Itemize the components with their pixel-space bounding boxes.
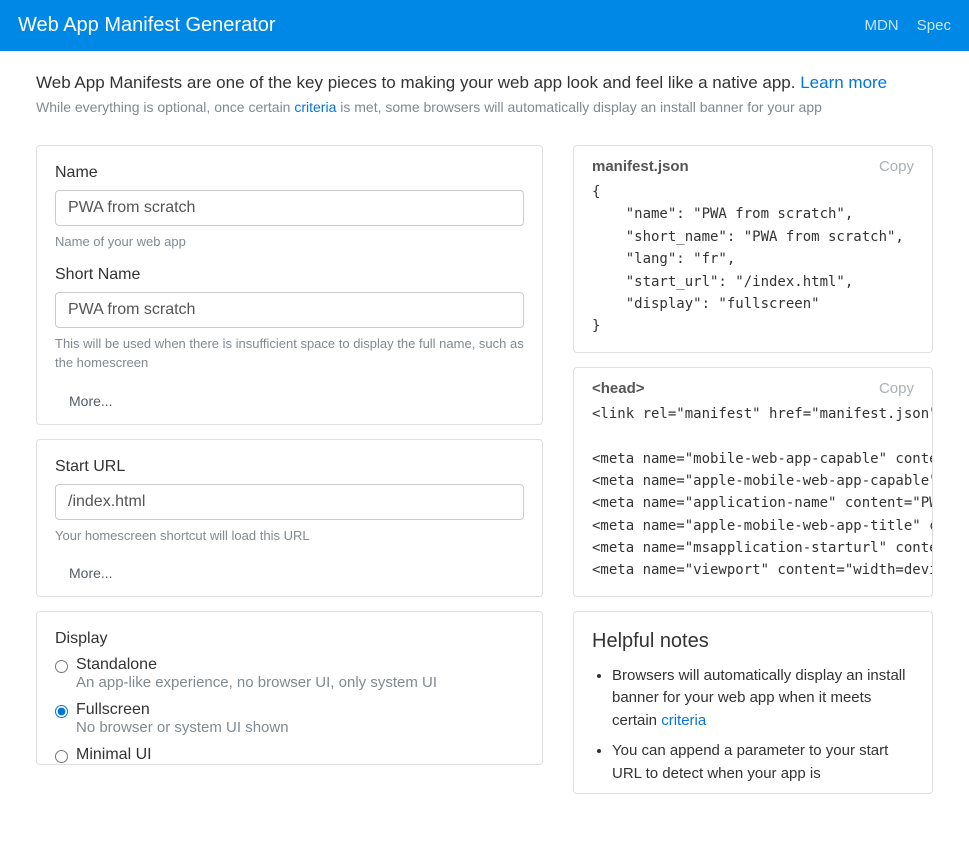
form-column: Name Name of your web app Short Name Thi… <box>36 145 543 779</box>
navbar: Web App Manifest Generator MDN Spec <box>0 0 969 51</box>
display-option-standalone[interactable]: Standalone An app-like experience, no br… <box>55 656 524 691</box>
short-name-input[interactable] <box>55 292 524 328</box>
name-help: Name of your web app <box>55 232 524 252</box>
radio-fullscreen[interactable] <box>55 705 68 718</box>
intro-sub-pre: While everything is optional, once certa… <box>36 99 294 115</box>
intro-sub-post: is met, some browsers will automatically… <box>336 99 822 115</box>
manifest-preview-card: manifest.json Copy { "name": "PWA from s… <box>573 145 933 353</box>
intro-lead-text: Web App Manifests are one of the key pie… <box>36 73 800 92</box>
head-preview-card: <head> Copy <link rel="manifest" href="m… <box>573 367 933 597</box>
intro: Web App Manifests are one of the key pie… <box>0 51 969 125</box>
more-names-toggle[interactable]: More... <box>55 387 127 409</box>
notes-title: Helpful notes <box>592 630 914 653</box>
copy-manifest-button[interactable]: Copy <box>879 158 914 175</box>
note-item-1: Browsers will automatically display an i… <box>612 665 914 733</box>
display-option-fullscreen[interactable]: Fullscreen No browser or system UI shown <box>55 701 524 736</box>
name-label: Name <box>55 164 524 182</box>
preview-column: manifest.json Copy { "name": "PWA from s… <box>573 145 933 794</box>
start-url-help: Your homescreen shortcut will load this … <box>55 526 524 546</box>
head-title: <head> <box>592 380 645 397</box>
more-start-url-toggle[interactable]: More... <box>55 559 127 581</box>
start-url-card: Start URL Your homescreen shortcut will … <box>36 439 543 598</box>
display-option-minimal[interactable]: Minimal UI <box>55 746 524 764</box>
standalone-desc: An app-like experience, no browser UI, o… <box>76 674 437 691</box>
name-input[interactable] <box>55 190 524 226</box>
start-url-label: Start URL <box>55 458 524 476</box>
notes-list: Browsers will automatically display an i… <box>592 665 914 786</box>
intro-sub: While everything is optional, once certa… <box>36 99 933 115</box>
note-criteria-link[interactable]: criteria <box>661 712 706 729</box>
name-card: Name Name of your web app Short Name Thi… <box>36 145 543 425</box>
helpful-notes-card: Helpful notes Browsers will automaticall… <box>573 611 933 795</box>
start-url-input[interactable] <box>55 484 524 520</box>
fullscreen-label: Fullscreen <box>76 701 289 719</box>
criteria-link[interactable]: criteria <box>294 99 336 115</box>
intro-lead: Web App Manifests are one of the key pie… <box>36 73 933 93</box>
navbar-links: MDN Spec <box>850 17 951 34</box>
note-1-pre: Browsers will automatically display an i… <box>612 667 905 729</box>
minimal-label: Minimal UI <box>76 746 152 764</box>
display-label: Display <box>55 630 524 648</box>
spec-link[interactable]: Spec <box>917 17 951 34</box>
short-name-help: This will be used when there is insuffic… <box>55 334 524 373</box>
radio-standalone[interactable] <box>55 660 68 673</box>
mdn-link[interactable]: MDN <box>864 17 898 34</box>
manifest-preview-header: manifest.json Copy <box>574 146 932 181</box>
manifest-title: manifest.json <box>592 158 689 175</box>
fullscreen-desc: No browser or system UI shown <box>76 719 289 736</box>
radio-minimal[interactable] <box>55 750 68 763</box>
standalone-label: Standalone <box>76 656 437 674</box>
display-card: Display Standalone An app-like experienc… <box>36 611 543 765</box>
head-code: <link rel="manifest" href="manifest.json… <box>574 403 932 596</box>
head-preview-header: <head> Copy <box>574 368 932 403</box>
app-title: Web App Manifest Generator <box>18 14 276 37</box>
main-container: Name Name of your web app Short Name Thi… <box>0 125 969 814</box>
learn-more-link[interactable]: Learn more <box>800 73 887 92</box>
manifest-code: { "name": "PWA from scratch", "short_nam… <box>574 181 932 352</box>
note-item-2: You can append a parameter to your start… <box>612 740 914 785</box>
copy-head-button[interactable]: Copy <box>879 380 914 397</box>
short-name-label: Short Name <box>55 266 524 284</box>
